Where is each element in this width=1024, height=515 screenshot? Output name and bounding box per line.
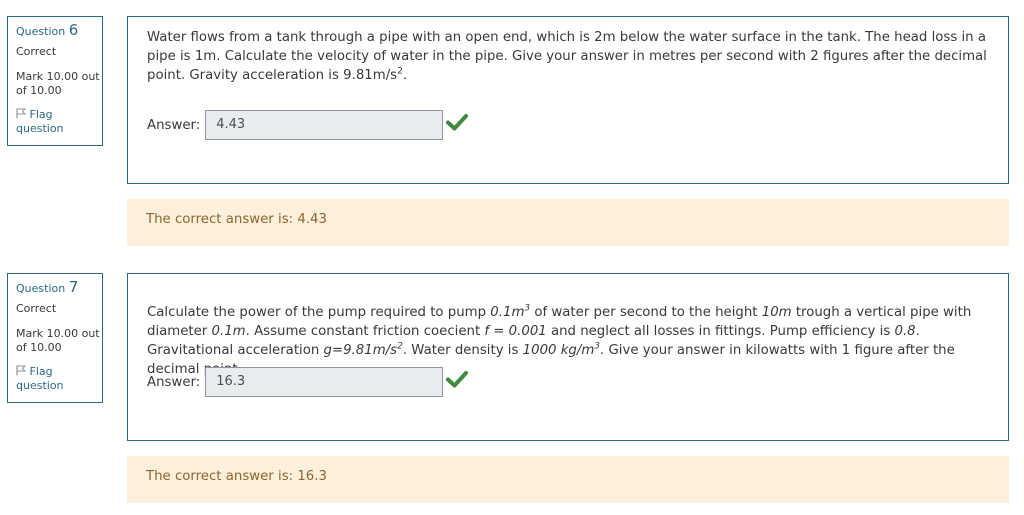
question-text-part: Calculate the power of the pump required… xyxy=(147,305,491,320)
question-number: Question 7 xyxy=(16,280,102,296)
question-text-italic: g=9.81m/s xyxy=(323,343,398,358)
question-number: Question 6 xyxy=(16,23,102,39)
question-text-italic: 0.1m xyxy=(211,324,246,339)
question-grade: Mark 10.00 out of 10.00 xyxy=(16,70,100,97)
question-text-italic: 0.1m xyxy=(490,305,525,320)
flag-question-button[interactable]: Flag question xyxy=(16,365,102,393)
flag-question-button[interactable]: Flag question xyxy=(16,108,102,136)
question-formulation: Water flows from a tank through a pipe w… xyxy=(127,16,1009,184)
question-text-part: and neglect all losses in fittings. Pump… xyxy=(546,324,895,339)
check-icon xyxy=(446,114,469,131)
answer-row: Answer: 16.3 xyxy=(147,366,469,398)
answer-input[interactable]: 16.3 xyxy=(205,367,444,397)
answer-label: Answer: xyxy=(147,117,201,133)
question-text-part: of water per second to the height xyxy=(530,305,762,320)
question-formulation: Calculate the power of the pump required… xyxy=(127,273,1009,441)
question-number-value: 6 xyxy=(68,21,79,39)
flag-icon xyxy=(16,108,27,119)
question-text-part: . xyxy=(402,68,408,83)
flag-icon xyxy=(16,365,27,376)
answer-label: Answer: xyxy=(147,374,201,390)
correct-answer-feedback: The correct answer is: 4.43 xyxy=(127,199,1009,246)
question-info: Question 7 Correct Mark 10.00 out of 10.… xyxy=(7,273,103,403)
question-text-part: . Water density is xyxy=(402,343,523,358)
question-text-italic: 0.8 xyxy=(894,324,916,339)
answer-row: Answer: 4.43 xyxy=(147,109,469,141)
check-icon xyxy=(446,371,469,388)
answer-input[interactable]: 4.43 xyxy=(205,110,444,140)
question-number-value: 7 xyxy=(68,278,79,296)
correct-answer-feedback: The correct answer is: 16.3 xyxy=(127,456,1009,503)
question-state: Correct xyxy=(16,302,57,315)
question-grade: Mark 10.00 out of 10.00 xyxy=(16,327,100,354)
question-text-part: Water flows from a tank through a pipe w… xyxy=(147,30,987,83)
question-text: Water flows from a tank through a pipe w… xyxy=(147,28,990,85)
question-number-prefix: Question xyxy=(16,25,66,38)
question-7: Question 7 Correct Mark 10.00 out of 10.… xyxy=(0,257,1024,514)
question-info: Question 6 Correct Mark 10.00 out of 10.… xyxy=(7,16,103,146)
question-text-italic: f = 0.001 xyxy=(484,324,547,339)
question-6: Question 6 Correct Mark 10.00 out of 10.… xyxy=(0,0,1024,257)
question-text-italic: 10m xyxy=(761,305,792,320)
question-number-prefix: Question xyxy=(16,282,66,295)
question-text-italic: 1000 kg/m xyxy=(522,343,595,358)
question-state: Correct xyxy=(16,45,57,58)
question-text-part: . Assume constant friction coecient xyxy=(245,324,485,339)
